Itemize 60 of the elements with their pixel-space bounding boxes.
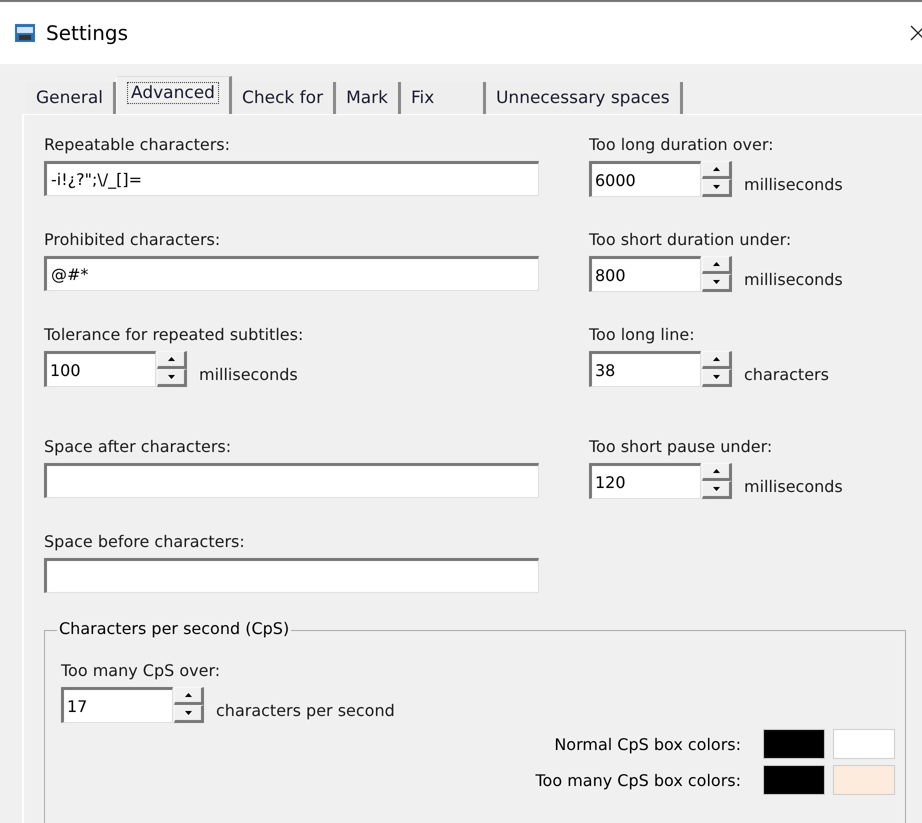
text-field[interactable]	[44, 558, 539, 593]
spin-up-button[interactable]	[157, 351, 187, 369]
unit-label: characters	[744, 365, 829, 384]
spin-down-button[interactable]	[702, 369, 732, 387]
field-label: Tolerance for repeated subtitles:	[44, 324, 304, 346]
up-arrow-icon	[712, 167, 720, 171]
spin-down-button[interactable]	[702, 274, 732, 292]
up-arrow-icon	[712, 469, 720, 473]
tab[interactable]: Advanced	[116, 76, 232, 114]
spin-up-button[interactable]	[702, 351, 732, 369]
group-title: Characters per second (CpS)	[57, 619, 292, 638]
field-label: Too long duration over:	[589, 134, 775, 156]
spin-down-button[interactable]	[157, 369, 187, 387]
spin-down-button[interactable]	[702, 481, 732, 499]
color-swatch[interactable]	[763, 765, 825, 795]
color-swatch[interactable]	[763, 729, 825, 759]
up-arrow-icon	[712, 357, 720, 361]
window-title: Settings	[46, 21, 130, 45]
down-arrow-icon	[712, 280, 720, 284]
color-label: Normal CpS box colors:	[554, 734, 741, 754]
field-label: Repeatable characters:	[44, 134, 231, 156]
field-label: Too many CpS over:	[61, 660, 222, 682]
unit-label: milliseconds	[199, 365, 298, 384]
number-field[interactable]: 6000	[589, 161, 701, 197]
close-icon[interactable]	[910, 25, 922, 41]
text-field[interactable]	[44, 463, 539, 498]
color-label: Too many CpS box colors:	[535, 770, 741, 790]
text-field[interactable]: @#*	[44, 256, 539, 291]
spin-up-button[interactable]	[702, 463, 732, 481]
unit-label: milliseconds	[744, 175, 843, 194]
field-label: Prohibited characters:	[44, 229, 222, 251]
field-label: Too long line:	[589, 324, 696, 346]
up-arrow-icon	[712, 262, 720, 266]
spin-down-button[interactable]	[702, 179, 732, 197]
number-field[interactable]: 17	[61, 687, 173, 723]
unit-label: milliseconds	[744, 477, 843, 496]
down-arrow-icon	[712, 185, 720, 189]
number-field[interactable]: 100	[44, 351, 156, 387]
down-arrow-icon	[184, 711, 192, 715]
spin-down-button[interactable]	[174, 705, 204, 723]
field-label: Space before characters:	[44, 531, 246, 553]
spin-up-button[interactable]	[174, 687, 204, 705]
spin-up-button[interactable]	[702, 161, 732, 179]
spin-up-button[interactable]	[702, 256, 732, 274]
color-swatch[interactable]	[833, 765, 895, 795]
up-arrow-icon	[184, 693, 192, 697]
field-label: Space after characters:	[44, 436, 232, 458]
down-arrow-icon	[712, 487, 720, 491]
number-field[interactable]: 38	[589, 351, 701, 387]
number-field[interactable]: 800	[589, 256, 701, 292]
field-label: Too short pause under:	[589, 436, 774, 458]
number-field[interactable]: 120	[589, 463, 701, 499]
text-field[interactable]: -i!¿?";\/_[]=	[44, 161, 539, 196]
up-arrow-icon	[168, 357, 174, 361]
color-swatch[interactable]	[833, 729, 895, 759]
unit-label: characters per second	[216, 701, 395, 720]
unit-label: milliseconds	[744, 270, 843, 289]
field-label: Too short duration under:	[589, 229, 792, 251]
down-arrow-icon	[168, 375, 174, 379]
down-arrow-icon	[712, 375, 720, 379]
